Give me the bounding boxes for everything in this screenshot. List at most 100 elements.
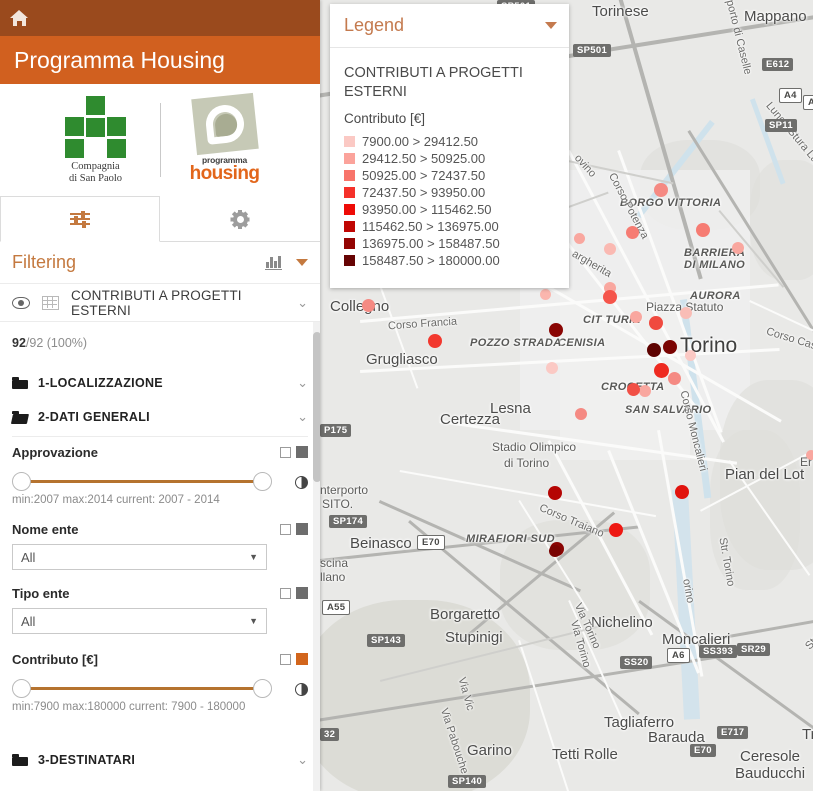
tab-settings[interactable] [160,196,320,241]
filter-field-label: Nome ente [12,522,79,537]
map-data-marker[interactable] [696,223,710,237]
slider-handle-min[interactable] [12,679,31,698]
map-data-marker[interactable] [675,485,689,499]
map-road-shield: SP140 [448,775,487,788]
filter-group-label: 1-LOCALIZZAZIONE [38,376,163,390]
map-data-marker[interactable] [603,290,617,304]
map-road-shield: E70 [690,744,716,757]
filter-field-label: Tipo ente [12,586,70,601]
map-data-marker[interactable] [609,523,623,537]
map-data-marker[interactable] [732,242,744,254]
contrast-icon[interactable] [295,683,308,696]
contrast-icon[interactable] [295,476,308,489]
map-road-shield: P175 [320,424,352,437]
page-title: Programma Housing [14,46,225,73]
map-data-marker[interactable] [663,340,677,354]
map-data-marker[interactable] [626,382,640,396]
layer-name: CONTRIBUTI A PROGETTI ESTERNI [71,287,242,318]
range-slider-contributo[interactable] [12,673,308,703]
chevron-down-icon[interactable] [296,259,308,266]
filter-color-swatch[interactable] [296,653,308,665]
select-nome-ente[interactable]: All ▼ [12,544,267,570]
map-data-marker[interactable] [649,316,663,330]
map-road-shield: SS20 [620,656,653,669]
sidebar-scrollbar-thumb[interactable] [313,332,320,482]
filter-checkbox[interactable] [280,523,291,535]
slider-track [21,480,263,483]
chevron-down-icon[interactable]: ⌄ [297,375,308,391]
bar-chart-icon[interactable] [265,255,282,270]
folder-icon [12,377,28,389]
legend-layer-name: CONTRIBUTI A PROGETTI ESTERNI [344,65,523,100]
map-data-marker[interactable] [604,243,616,255]
chevron-down-icon[interactable]: ⌄ [297,752,308,768]
map-road-shield: SP174 [329,515,368,528]
filter-field-approvazione: Approvazione min:2007 max:2014 current: … [12,439,308,508]
tab-filtering[interactable] [0,196,160,242]
filter-checkbox[interactable] [280,587,291,599]
slider-handle-max[interactable] [253,679,272,698]
filter-color-swatch[interactable] [296,446,308,458]
legend-class-label: 158487.50 > 180000.00 [362,253,500,269]
legend-color-swatch [344,136,355,148]
legend-body: CONTRIBUTI A PROGETTI ESTERNI Contributo… [330,48,569,288]
legend-class-label: 7900.00 > 29412.50 [362,134,479,150]
map-road-shield: E612 [762,58,794,71]
map-data-marker[interactable] [806,450,813,460]
map-data-marker[interactable] [639,385,651,397]
legend-color-swatch [344,170,355,182]
map-data-marker[interactable] [647,343,661,357]
map-data-marker[interactable] [667,371,681,385]
programma-housing-logo: programma housing [171,93,279,185]
map-data-marker[interactable] [546,362,558,374]
legend-class-row: 7900.00 > 29412.50 [344,134,555,149]
legend-header[interactable]: Legend [330,4,569,48]
map-data-marker[interactable] [428,334,442,348]
map-data-marker[interactable] [575,408,587,420]
filter-checkbox[interactable] [280,653,291,665]
map-data-marker[interactable] [549,545,561,557]
map-data-marker[interactable] [361,298,375,312]
chevron-down-icon: ▼ [249,616,258,626]
map-data-marker[interactable] [654,183,668,197]
map-data-marker[interactable] [684,349,696,361]
map-data-marker[interactable] [630,311,642,323]
filter-checkbox[interactable] [280,446,291,458]
filter-color-swatch[interactable] [296,523,308,535]
map-data-marker[interactable] [548,486,562,500]
table-icon[interactable] [42,295,59,310]
filter-color-swatch[interactable] [296,587,308,599]
map-data-marker[interactable] [549,323,563,337]
filter-field-label: Contributo [€] [12,652,98,667]
filter-scroll-area[interactable]: 92/92 (100%) 1-LOCALIZZAZIONE ⌄ 2-DATI G… [0,322,320,791]
legend-class-row: 50925.00 > 72437.50 [344,168,555,183]
slider-track [21,687,263,690]
map-road-shield: A5 [803,95,813,110]
legend-class-label: 136975.00 > 158487.50 [362,236,500,252]
chevron-down-icon[interactable]: ⌄ [297,409,308,425]
ph-line2: housing [189,163,260,185]
filtering-title: Filtering [12,252,77,272]
home-icon[interactable] [10,9,29,27]
filter-group-3-destinatari[interactable]: 3-DESTINATARI ⌄ [12,743,308,777]
filter-group-2-dati-generali[interactable]: 2-DATI GENERALI ⌄ [10,400,308,434]
chevron-down-icon[interactable]: ⌄ [297,295,308,311]
map-data-marker[interactable] [625,225,639,239]
slider-handle-min[interactable] [12,472,31,491]
app-title-bar: Programma Housing [0,36,320,84]
range-slider-approvazione[interactable] [12,466,308,496]
app-root: Torino Mappano Torinese Grugliasco Collegno L… [0,0,813,791]
filter-field-contributo: Contributo [€] min:7900 max:180000 curre… [12,636,308,715]
select-tipo-ente[interactable]: All ▼ [12,608,267,634]
filter-group-1-localizzazione[interactable]: 1-LOCALIZZAZIONE ⌄ [12,366,308,400]
map-data-marker[interactable] [539,288,551,300]
legend-panel[interactable]: Legend CONTRIBUTI A PROGETTI ESTERNI Con… [330,4,569,289]
map-data-marker[interactable] [573,232,585,244]
map-data-marker[interactable] [680,307,692,319]
layer-row[interactable]: CONTRIBUTI A PROGETTI ESTERNI ⌄ [0,284,320,322]
slider-handle-max[interactable] [253,472,272,491]
housing-swirl-icon [190,93,259,156]
chevron-down-icon[interactable] [545,22,557,29]
eye-icon[interactable] [12,296,30,309]
map-data-marker[interactable] [653,362,669,378]
